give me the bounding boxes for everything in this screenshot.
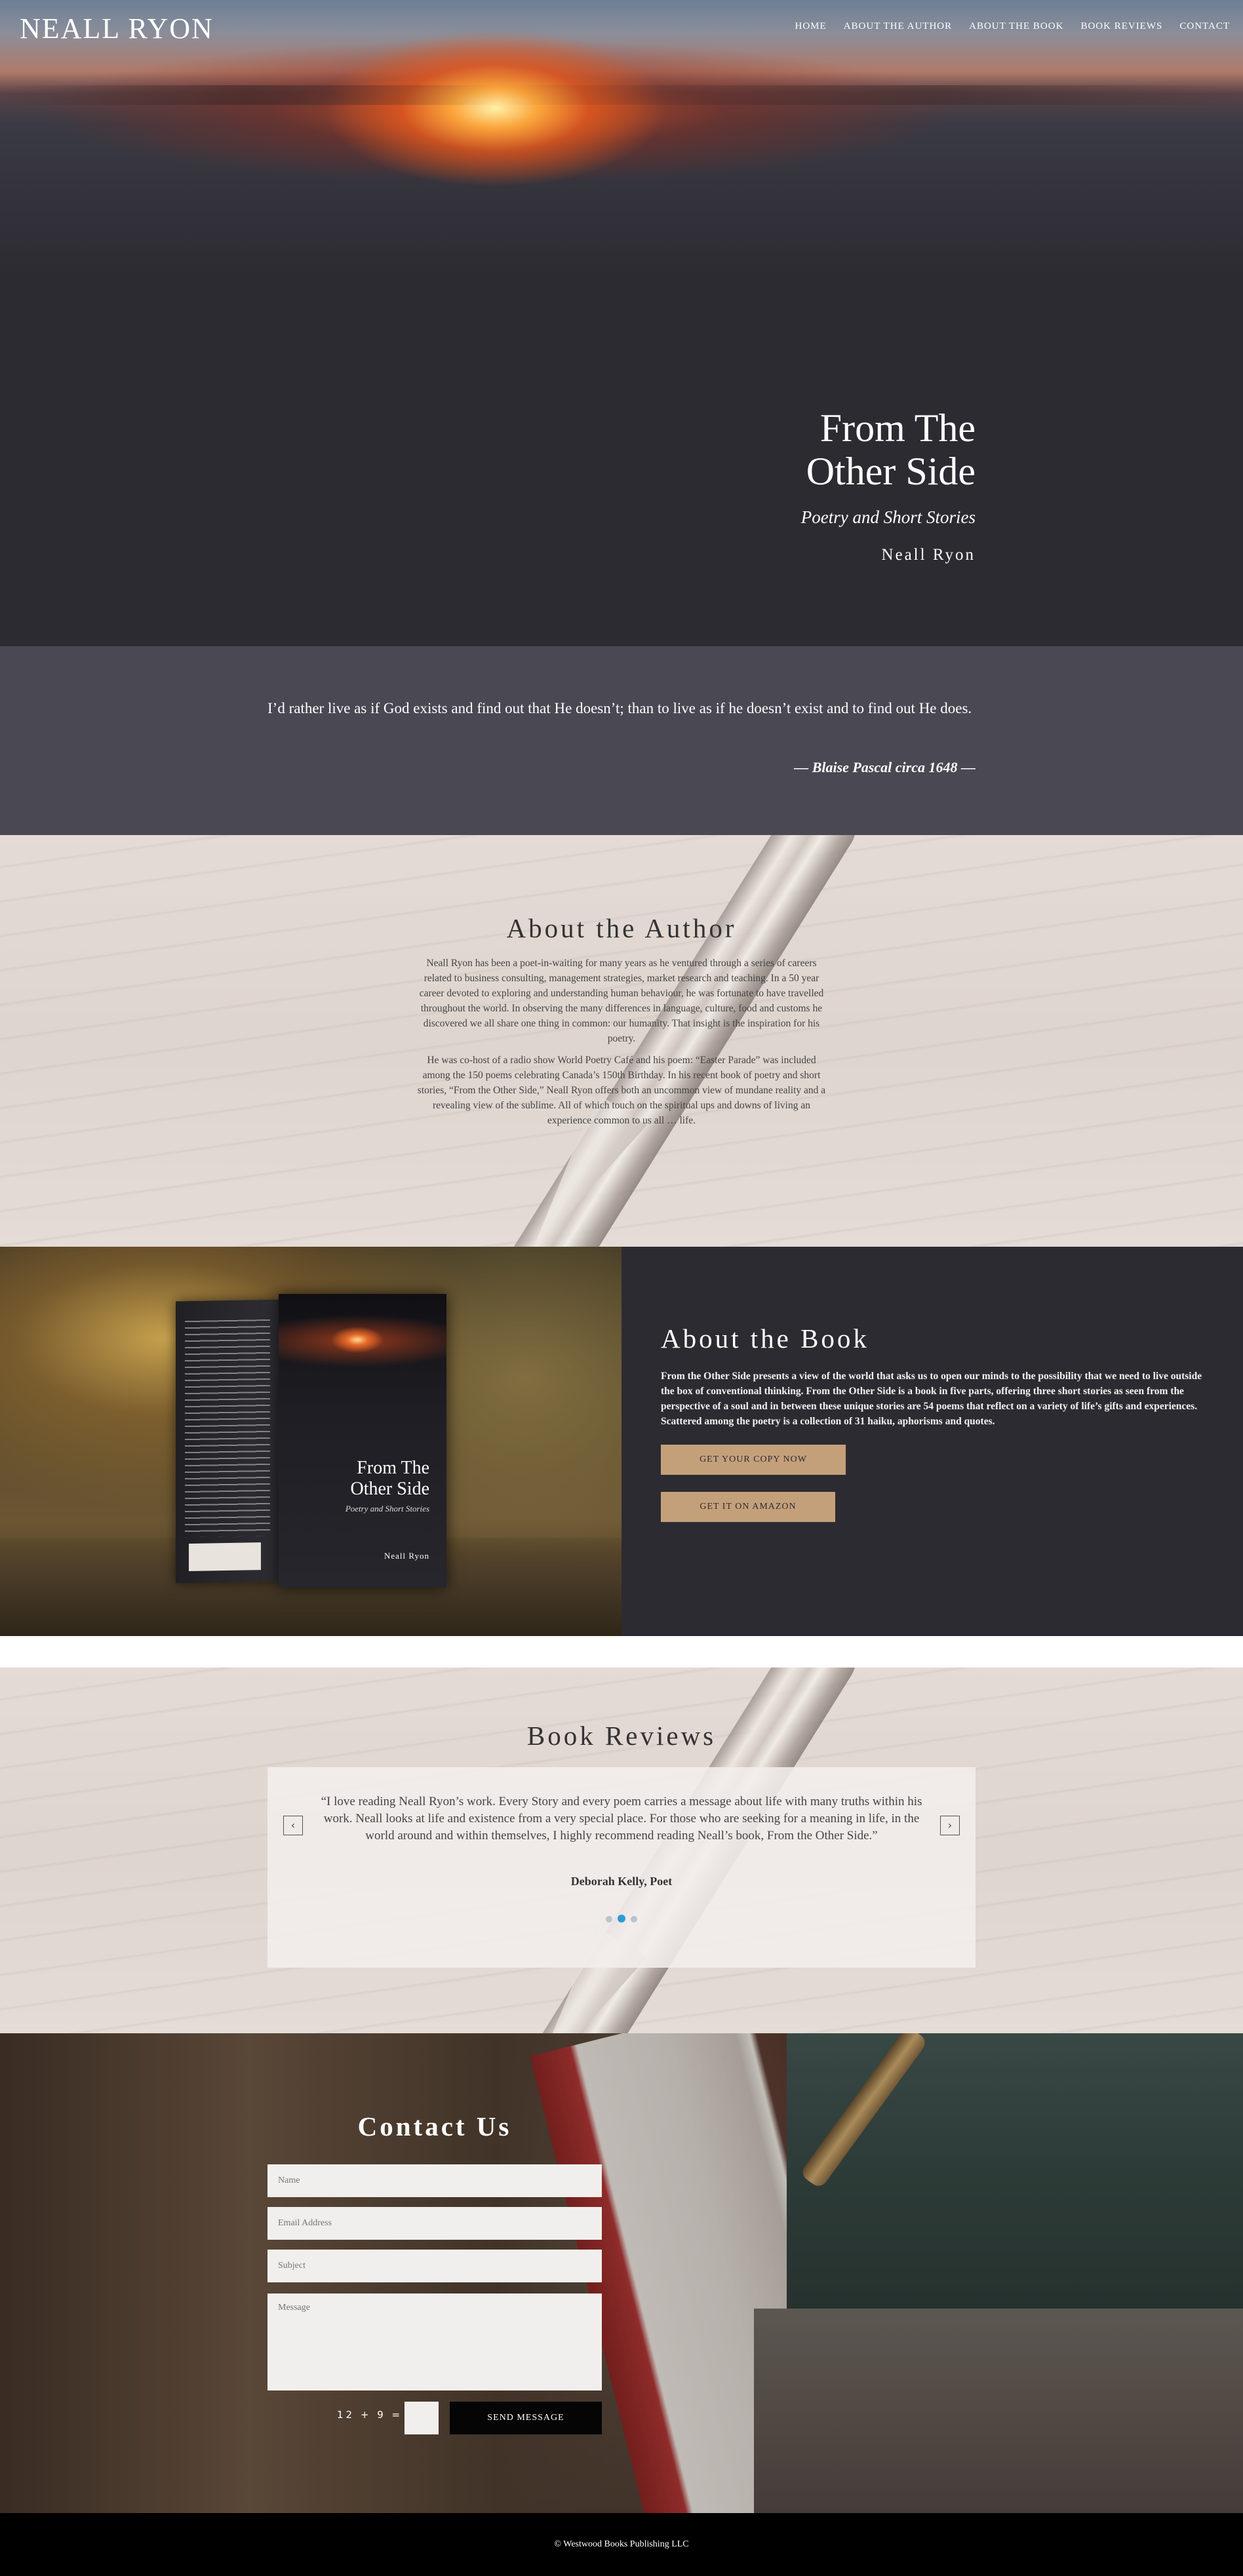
nav-contact[interactable]: CONTACT [1179, 21, 1230, 32]
about-book-section: From The Other Side Poetry and Short Sto… [0, 1247, 1243, 1636]
about-book-description: From the Other Side presents a view of t… [661, 1371, 1202, 1427]
slider-prev-button[interactable]: ‹ [283, 1816, 303, 1835]
hero-title: From The Other Side [801, 406, 976, 493]
hero-title-line2: Other Side [806, 450, 976, 493]
subject-input[interactable] [267, 2250, 602, 2282]
hero-section: NEALL RYON HOME ABOUT THE AUTHOR ABOUT T… [0, 0, 1243, 646]
footer-copyright: © Westwood Books Publishing LLC [554, 2539, 689, 2549]
publisher-logo [189, 1542, 261, 1572]
contact-title: Contact Us [357, 2111, 512, 2141]
slider-dot[interactable] [618, 1915, 625, 1922]
slider-dots [267, 1913, 976, 1925]
book-back-cover [176, 1299, 281, 1584]
review-text: “I love reading Neall Ryon’s work. Every… [321, 1795, 922, 1843]
hero-author: Neall Ryon [881, 546, 976, 564]
book-photo: From The Other Side Poetry and Short Sto… [0, 1247, 622, 1636]
send-message-button[interactable]: SEND MESSAGE [450, 2402, 602, 2434]
quote-section: I’d rather live as if God exists and fin… [0, 646, 1243, 835]
quote-source: — Blaise Pascal circa 1648 — [794, 759, 976, 775]
about-book-title: About the Book [661, 1323, 869, 1354]
get-it-on-amazon-button[interactable]: GET IT ON AMAZON [661, 1492, 835, 1522]
slider-dot[interactable] [606, 1916, 612, 1922]
section-spacer [0, 1636, 1243, 1668]
reviewer-name: Deborah Kelly, Poet [570, 1875, 673, 1888]
about-author-section: About the Author Neall Ryon has been a p… [0, 835, 1243, 1247]
book-reviews-title: Book Reviews [526, 1721, 717, 1751]
hero-text: From The Other Side Poetry and Short Sto… [801, 406, 976, 564]
book-reviews-section: Book Reviews ‹ › “I love reading Neall R… [0, 1668, 1243, 2033]
about-author-content: About the Author Neall Ryon has been a p… [413, 912, 830, 1128]
email-input[interactable] [267, 2207, 602, 2240]
cover-subtitle: Poetry and Short Stories [345, 1504, 429, 1513]
back-cover-text-lines [185, 1319, 270, 1538]
footer: © Westwood Books Publishing LLC [0, 2513, 1243, 2576]
slider-dot[interactable] [631, 1916, 637, 1922]
cover-author: Neall Ryon [384, 1551, 429, 1561]
about-author-title: About the Author [506, 913, 737, 943]
captcha-question: 12 + 9 = [337, 2409, 403, 2421]
cover-title: From The Other Side [350, 1458, 429, 1500]
background-overlay [0, 2033, 1243, 2513]
nav-home[interactable]: HOME [795, 21, 827, 32]
contact-section: Contact Us 12 + 9 = SEND MESSAGE [0, 2033, 1243, 2513]
main-nav: HOME ABOUT THE AUTHOR ABOUT THE BOOK BOO… [778, 21, 1230, 32]
name-input[interactable] [267, 2164, 602, 2197]
about-author-paragraph-2: He was co-host of a radio show World Poe… [417, 1055, 826, 1126]
review-slider: ‹ › “I love reading Neall Ryon’s work. E… [267, 1767, 976, 1968]
cover-title-line1: From The [357, 1458, 429, 1478]
nav-about-the-author[interactable]: ABOUT THE AUTHOR [844, 21, 952, 32]
hero-title-line1: From The [819, 406, 976, 450]
message-input[interactable] [267, 2293, 602, 2391]
quote-text: I’d rather live as if God exists and fin… [267, 700, 972, 716]
about-book-content: About the Book From the Other Side prese… [622, 1247, 1243, 1636]
about-author-paragraph-1: Neall Ryon has been a poet-in-waiting fo… [419, 958, 824, 1044]
nav-about-the-book[interactable]: ABOUT THE BOOK [969, 21, 1063, 32]
site-logo[interactable]: NEALL RYON [20, 12, 214, 45]
hero-subtitle: Poetry and Short Stories [800, 507, 976, 527]
slider-next-button[interactable]: › [940, 1816, 960, 1835]
get-your-copy-button[interactable]: GET YOUR COPY NOW [661, 1445, 846, 1475]
cover-title-line2: Other Side [350, 1479, 429, 1499]
nav-book-reviews[interactable]: BOOK REVIEWS [1080, 21, 1162, 32]
captcha-input[interactable] [404, 2402, 439, 2434]
cover-sunset-image [279, 1294, 446, 1373]
book-front-cover: From The Other Side Poetry and Short Sto… [279, 1294, 446, 1588]
